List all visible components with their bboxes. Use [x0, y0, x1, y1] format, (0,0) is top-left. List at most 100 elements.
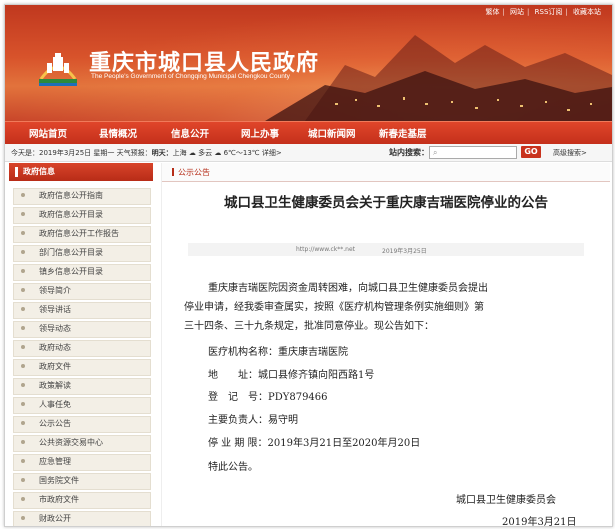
sidebar-item[interactable]: 政府文件	[13, 358, 151, 377]
sign-date: 2019年3月21日	[502, 517, 577, 527]
sidebar-item[interactable]: 政府信息公开工作报告	[13, 225, 151, 244]
bullet-icon	[21, 516, 25, 520]
bullet-icon	[21, 212, 25, 216]
cloud-icon-2: ☁	[214, 149, 222, 157]
main-nav: 网站首页 县情概况 信息公开 网上办事 城口新闻网 新春走基层	[5, 121, 612, 145]
article-title: 城口县卫生健康委员会关于重庆康吉瑞医院停业的公告	[224, 195, 548, 211]
closing-text: 特此公告。	[208, 462, 258, 473]
content-tabbar: 公示公告	[162, 163, 610, 182]
signature: 城口县卫生健康委员会	[456, 495, 556, 506]
bullet-icon	[21, 231, 25, 235]
search-icon: ⌕	[433, 148, 438, 157]
bullet-icon	[21, 307, 25, 311]
advanced-search-link[interactable]: 高级搜索>	[553, 148, 587, 158]
sidebar-item-label: 领导讲话	[39, 305, 71, 314]
article-area: 公示公告 城口县卫生健康委员会关于重庆康吉瑞医院停业的公告 http://www…	[161, 163, 610, 527]
nav-spring-grassroots[interactable]: 新春走基层	[379, 126, 427, 140]
search-go-button[interactable]: GO	[521, 146, 541, 158]
sidebar-item[interactable]: 政府信息公开目录	[13, 206, 151, 225]
field-address: 地 址：城口县修齐镇向阳西路1号	[208, 370, 375, 381]
sidebar-item-label: 应急管理	[39, 457, 71, 466]
bullet-icon	[21, 345, 25, 349]
bullet-icon	[21, 193, 25, 197]
nav-county-overview[interactable]: 县情概况	[99, 126, 137, 140]
tab-announcements[interactable]: 公示公告	[172, 167, 210, 178]
sidebar-item-label: 政府文件	[39, 362, 71, 371]
search-input[interactable]: ⌕	[429, 146, 517, 159]
weather-detail-link[interactable]: 详细>	[262, 149, 282, 157]
sidebar-item-label: 政府信息公开目录	[39, 210, 103, 219]
sidebar-item[interactable]: 政策解读	[13, 377, 151, 396]
top-link-traditional[interactable]: 繁体	[485, 8, 499, 16]
sidebar-item[interactable]: 领导动态	[13, 320, 151, 339]
sidebar-item[interactable]: 部门信息公开目录	[13, 244, 151, 263]
sidebar-title: 政府信息	[9, 163, 153, 181]
bullet-icon	[21, 250, 25, 254]
bullet-icon	[21, 383, 25, 387]
cloud-icon: ☁	[188, 149, 196, 157]
sidebar-item-label: 国务院文件	[39, 476, 79, 485]
field-period: 停 业 期 限：2019年3月21日至2020年月20日	[208, 438, 421, 449]
site-subtitle: The People's Government of Chongqing Mun…	[91, 73, 290, 80]
sidebar-item[interactable]: 公示公告	[13, 415, 151, 434]
sidebar-item-label: 镇乡信息公开目录	[39, 267, 103, 276]
top-link-bookmark[interactable]: 收藏本站	[573, 8, 601, 16]
bullet-icon	[21, 326, 25, 330]
sidebar-item-label: 财政公开	[39, 514, 71, 523]
bullet-icon	[21, 364, 25, 368]
sidebar-list: 政府信息公开指南 政府信息公开目录政府信息公开工作报告 部门信息公开目录 镇乡信息公开…	[13, 187, 151, 526]
nav-info-disclosure[interactable]: 信息公开	[171, 126, 209, 140]
government-emblem-icon	[39, 53, 77, 86]
date-weather: 今天是：2019年3月25日 星期一 天气预报：明天：上海 ☁ 多云 ☁ 6℃～…	[11, 149, 282, 157]
sidebar-item-label: 政策解读	[39, 381, 71, 390]
bullet-icon	[21, 440, 25, 444]
bullet-icon	[21, 269, 25, 273]
sidebar-item[interactable]: 领导讲话	[13, 301, 151, 320]
top-link-rss[interactable]: RSS订阅	[535, 8, 563, 16]
sidebar-item[interactable]: 财政公开	[13, 510, 151, 526]
sidebar-item-label: 人事任免	[39, 400, 71, 409]
sidebar-item[interactable]: 政府信息公开指南	[13, 187, 151, 206]
field-responsible: 主要负责人：易守明	[208, 415, 298, 426]
sidebar-item-label: 公共资源交易中心	[39, 438, 103, 447]
sidebar-item-label: 领导简介	[39, 286, 71, 295]
top-link-site[interactable]: 网站	[510, 8, 524, 16]
nav-online-services[interactable]: 网上办事	[241, 126, 279, 140]
sidebar-item-label: 市政府文件	[39, 495, 79, 504]
sidebar-item[interactable]: 国务院文件	[13, 472, 151, 491]
sidebar-item[interactable]: 应急管理	[13, 453, 151, 472]
sidebar-item[interactable]: 人事任免	[13, 396, 151, 415]
sidebar-item-label: 部门信息公开目录	[39, 248, 103, 257]
field-institution: 医疗机构名称：重庆康吉瑞医院	[208, 347, 348, 358]
info-bar: 今天是：2019年3月25日 星期一 天气预报：明天：上海 ☁ 多云 ☁ 6℃～…	[5, 144, 612, 162]
article-source-url: http://www.ck**.net	[296, 246, 355, 253]
sidebar-item[interactable]: 市政府文件	[13, 491, 151, 510]
article-date: 2019年3月25日	[382, 248, 427, 255]
sidebar-item[interactable]: 公共资源交易中心	[13, 434, 151, 453]
nav-news[interactable]: 城口新闻网	[308, 126, 356, 140]
field-registration: 登 记 号：PDY879466	[208, 392, 328, 403]
sidebar-item-label: 政府信息公开指南	[39, 191, 103, 200]
bullet-icon	[21, 478, 25, 482]
bullet-icon	[21, 421, 25, 425]
bullet-icon	[21, 288, 25, 292]
sidebar-item[interactable]: 政府动态	[13, 339, 151, 358]
paragraph-line: 重庆康吉瑞医院因资金周转困难，向城口县卫生健康委员会提出	[208, 283, 488, 294]
article-meta: http://www.ck**.net 2019年3月25日	[188, 243, 584, 256]
sidebar-item[interactable]: 镇乡信息公开目录	[13, 263, 151, 282]
sidebar-item-label: 政府动态	[39, 343, 71, 352]
paragraph-line: 停业申请，经我委审查属实，按照《医疗机构管理条例实施细则》第	[184, 302, 484, 313]
bullet-icon	[21, 497, 25, 501]
bullet-icon	[21, 402, 25, 406]
sidebar-item-label: 政府信息公开工作报告	[39, 229, 119, 238]
top-links: 繁体 | 网站 | RSS订阅 | 收藏本站	[485, 8, 601, 16]
page-frame: 繁体 | 网站 | RSS订阅 | 收藏本站 重庆市城口县人民政府 The Peopl…	[4, 4, 613, 527]
search-label: 站内搜索：	[389, 148, 429, 157]
sidebar-item[interactable]: 领导简介	[13, 282, 151, 301]
bullet-icon	[21, 459, 25, 463]
sidebar: 政府信息 政府信息公开指南 政府信息公开目录政府信息公开工作报告 部门信息公开目录镇…	[9, 163, 153, 526]
sidebar-item-label: 公示公告	[39, 419, 71, 428]
paragraph-line: 三十四条、三十九条规定，批准同意停业。现公告如下：	[184, 321, 434, 332]
nav-home[interactable]: 网站首页	[29, 126, 67, 140]
header-banner: 繁体 | 网站 | RSS订阅 | 收藏本站 重庆市城口县人民政府 The Peopl…	[5, 5, 612, 121]
